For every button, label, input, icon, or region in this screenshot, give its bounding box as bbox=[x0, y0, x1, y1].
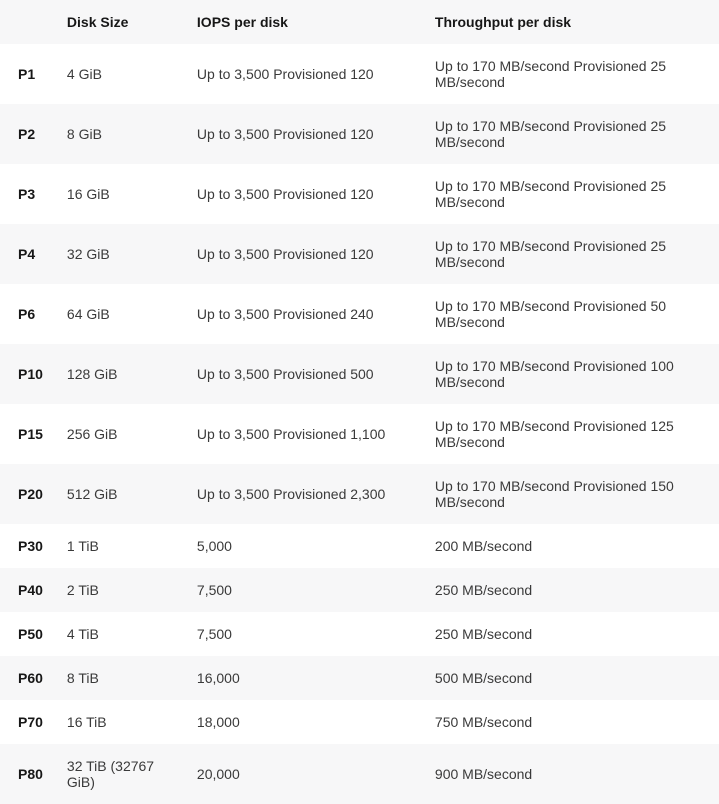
cell-iops: Up to 3,500 Provisioned 120 bbox=[183, 104, 421, 164]
cell-name: P3 bbox=[0, 164, 53, 224]
cell-throughput: Up to 170 MB/second Provisioned 125 MB/s… bbox=[421, 404, 719, 464]
cell-size: 256 GiB bbox=[53, 404, 183, 464]
cell-iops: 5,000 bbox=[183, 524, 421, 568]
cell-name: P20 bbox=[0, 464, 53, 524]
table-row: P432 GiBUp to 3,500 Provisioned 120Up to… bbox=[0, 224, 719, 284]
cell-iops: Up to 3,500 Provisioned 2,300 bbox=[183, 464, 421, 524]
cell-name: P70 bbox=[0, 700, 53, 744]
table-row: P15256 GiBUp to 3,500 Provisioned 1,100U… bbox=[0, 404, 719, 464]
cell-size: 4 TiB bbox=[53, 612, 183, 656]
cell-size: 64 GiB bbox=[53, 284, 183, 344]
cell-iops: 18,000 bbox=[183, 700, 421, 744]
cell-throughput: 250 MB/second bbox=[421, 612, 719, 656]
cell-iops: Up to 3,500 Provisioned 120 bbox=[183, 164, 421, 224]
disk-sku-table: Disk Size IOPS per disk Throughput per d… bbox=[0, 0, 719, 804]
table-row: P301 TiB5,000200 MB/second bbox=[0, 524, 719, 568]
cell-throughput: Up to 170 MB/second Provisioned 25 MB/se… bbox=[421, 104, 719, 164]
cell-throughput: Up to 170 MB/second Provisioned 25 MB/se… bbox=[421, 164, 719, 224]
cell-iops: Up to 3,500 Provisioned 120 bbox=[183, 44, 421, 104]
cell-size: 4 GiB bbox=[53, 44, 183, 104]
col-header-iops: IOPS per disk bbox=[183, 0, 421, 44]
cell-iops: Up to 3,500 Provisioned 500 bbox=[183, 344, 421, 404]
cell-throughput: 900 MB/second bbox=[421, 744, 719, 804]
cell-throughput: Up to 170 MB/second Provisioned 50 MB/se… bbox=[421, 284, 719, 344]
col-header-throughput: Throughput per disk bbox=[421, 0, 719, 44]
cell-throughput: 250 MB/second bbox=[421, 568, 719, 612]
cell-name: P2 bbox=[0, 104, 53, 164]
cell-size: 512 GiB bbox=[53, 464, 183, 524]
table-row: P8032 TiB (32767 GiB)20,000900 MB/second bbox=[0, 744, 719, 804]
table-row: P28 GiBUp to 3,500 Provisioned 120Up to … bbox=[0, 104, 719, 164]
table-header-row: Disk Size IOPS per disk Throughput per d… bbox=[0, 0, 719, 44]
cell-throughput: 500 MB/second bbox=[421, 656, 719, 700]
cell-name: P4 bbox=[0, 224, 53, 284]
cell-name: P6 bbox=[0, 284, 53, 344]
cell-iops: Up to 3,500 Provisioned 120 bbox=[183, 224, 421, 284]
table-row: P504 TiB7,500250 MB/second bbox=[0, 612, 719, 656]
cell-iops: 20,000 bbox=[183, 744, 421, 804]
cell-iops: 7,500 bbox=[183, 568, 421, 612]
cell-name: P50 bbox=[0, 612, 53, 656]
cell-iops: Up to 3,500 Provisioned 1,100 bbox=[183, 404, 421, 464]
cell-throughput: Up to 170 MB/second Provisioned 150 MB/s… bbox=[421, 464, 719, 524]
cell-name: P30 bbox=[0, 524, 53, 568]
cell-size: 8 TiB bbox=[53, 656, 183, 700]
table-row: P7016 TiB18,000750 MB/second bbox=[0, 700, 719, 744]
cell-size: 32 TiB (32767 GiB) bbox=[53, 744, 183, 804]
table-row: P402 TiB7,500250 MB/second bbox=[0, 568, 719, 612]
cell-iops: 7,500 bbox=[183, 612, 421, 656]
table-row: P664 GiBUp to 3,500 Provisioned 240Up to… bbox=[0, 284, 719, 344]
cell-name: P1 bbox=[0, 44, 53, 104]
cell-name: P10 bbox=[0, 344, 53, 404]
cell-size: 32 GiB bbox=[53, 224, 183, 284]
col-header-name bbox=[0, 0, 53, 44]
cell-iops: 16,000 bbox=[183, 656, 421, 700]
cell-throughput: 200 MB/second bbox=[421, 524, 719, 568]
cell-size: 8 GiB bbox=[53, 104, 183, 164]
cell-iops: Up to 3,500 Provisioned 240 bbox=[183, 284, 421, 344]
table-row: P316 GiBUp to 3,500 Provisioned 120Up to… bbox=[0, 164, 719, 224]
table-row: P20512 GiBUp to 3,500 Provisioned 2,300U… bbox=[0, 464, 719, 524]
col-header-size: Disk Size bbox=[53, 0, 183, 44]
table-row: P608 TiB16,000500 MB/second bbox=[0, 656, 719, 700]
cell-size: 1 TiB bbox=[53, 524, 183, 568]
cell-throughput: Up to 170 MB/second Provisioned 100 MB/s… bbox=[421, 344, 719, 404]
cell-throughput: 750 MB/second bbox=[421, 700, 719, 744]
cell-size: 128 GiB bbox=[53, 344, 183, 404]
cell-name: P40 bbox=[0, 568, 53, 612]
cell-size: 2 TiB bbox=[53, 568, 183, 612]
cell-name: P80 bbox=[0, 744, 53, 804]
cell-throughput: Up to 170 MB/second Provisioned 25 MB/se… bbox=[421, 44, 719, 104]
cell-name: P15 bbox=[0, 404, 53, 464]
cell-name: P60 bbox=[0, 656, 53, 700]
table-row: P14 GiBUp to 3,500 Provisioned 120Up to … bbox=[0, 44, 719, 104]
table-row: P10128 GiBUp to 3,500 Provisioned 500Up … bbox=[0, 344, 719, 404]
cell-size: 16 GiB bbox=[53, 164, 183, 224]
cell-size: 16 TiB bbox=[53, 700, 183, 744]
cell-throughput: Up to 170 MB/second Provisioned 25 MB/se… bbox=[421, 224, 719, 284]
